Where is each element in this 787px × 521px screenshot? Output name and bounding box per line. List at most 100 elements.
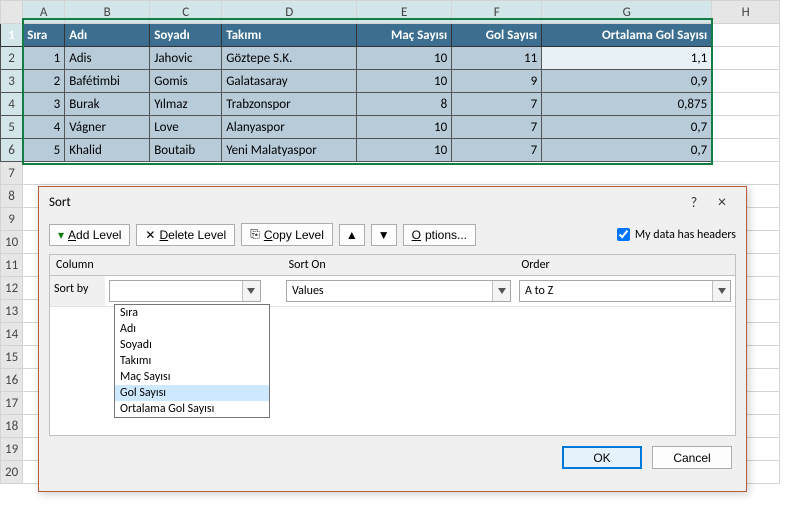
col-header-H[interactable]: H — [712, 1, 780, 24]
col-header-A[interactable]: A — [23, 1, 65, 24]
dropdown-option[interactable]: Sıra — [115, 305, 269, 321]
col-header-E[interactable]: E — [357, 1, 452, 24]
row-header-8[interactable]: 8 — [1, 185, 23, 208]
help-icon[interactable]: ? — [680, 194, 708, 211]
row-header-9[interactable]: 9 — [1, 208, 23, 231]
cell[interactable] — [712, 139, 780, 162]
dropdown-option[interactable]: Soyadı — [115, 337, 269, 353]
ok-button[interactable]: OK — [562, 446, 642, 469]
row-header-5[interactable]: 5 — [1, 116, 23, 139]
col-header-D[interactable]: D — [222, 1, 357, 24]
cell[interactable] — [712, 93, 780, 116]
col-header-F[interactable]: F — [452, 1, 542, 24]
cell[interactable]: Trabzonspor — [222, 93, 357, 116]
cell[interactable]: Adı — [65, 24, 150, 47]
cell[interactable]: 7 — [452, 93, 542, 116]
cell[interactable]: Vágner — [65, 116, 150, 139]
cell[interactable]: 4 — [23, 116, 65, 139]
dropdown-option[interactable]: Adı — [115, 321, 269, 337]
dropdown-option[interactable]: Gol Sayısı — [115, 385, 269, 401]
row-header-1[interactable]: 1 — [1, 24, 23, 47]
move-up-button[interactable]: ▲ — [339, 224, 365, 246]
cell[interactable]: Jahovic — [150, 47, 222, 70]
cell[interactable]: 1,1 — [542, 47, 712, 70]
options-button[interactable]: Options... — [403, 224, 476, 246]
cell[interactable]: 7 — [452, 139, 542, 162]
cell[interactable]: Galatasaray — [222, 70, 357, 93]
sortby-dropdown-list[interactable]: SıraAdıSoyadıTakımıMaç SayısıGol SayısıO… — [114, 304, 270, 418]
cell[interactable]: Maç Sayısı — [357, 24, 452, 47]
delete-level-button[interactable]: ✕Delete Level — [136, 224, 235, 246]
cell[interactable]: Burak — [65, 93, 150, 116]
cell[interactable]: Göztepe S.K. — [222, 47, 357, 70]
cell[interactable]: 5 — [23, 139, 65, 162]
row-header-12[interactable]: 12 — [1, 277, 23, 300]
row-header-2[interactable]: 2 — [1, 47, 23, 70]
row-header-10[interactable]: 10 — [1, 231, 23, 254]
col-header-C[interactable]: C — [150, 1, 222, 24]
cell[interactable]: Adis — [65, 47, 150, 70]
cell[interactable]: 11 — [452, 47, 542, 70]
cell[interactable]: 2 — [23, 70, 65, 93]
cell[interactable]: 1 — [23, 47, 65, 70]
cell[interactable]: Khalid — [65, 139, 150, 162]
cell[interactable]: 0,875 — [542, 93, 712, 116]
row-header-19[interactable]: 19 — [1, 438, 23, 461]
col-header-B[interactable]: B — [65, 1, 150, 24]
cell[interactable]: 8 — [357, 93, 452, 116]
cell[interactable]: Gomis — [150, 70, 222, 93]
row-header-13[interactable]: 13 — [1, 300, 23, 323]
cancel-button[interactable]: Cancel — [652, 446, 732, 469]
row-header-20[interactable]: 20 — [1, 461, 23, 484]
cell[interactable]: 10 — [357, 139, 452, 162]
cell[interactable]: Boutaib — [150, 139, 222, 162]
cell[interactable]: Soyadı — [150, 24, 222, 47]
cell[interactable] — [712, 47, 780, 70]
cell[interactable]: 0,9 — [542, 70, 712, 93]
cell[interactable]: 10 — [357, 47, 452, 70]
row-header-3[interactable]: 3 — [1, 70, 23, 93]
cell[interactable]: 7 — [452, 116, 542, 139]
row-header-16[interactable]: 16 — [1, 369, 23, 392]
dialog-titlebar[interactable]: Sort ? × — [39, 187, 746, 217]
cell[interactable] — [712, 70, 780, 93]
cell[interactable]: Takımı — [222, 24, 357, 47]
cell[interactable]: 10 — [357, 70, 452, 93]
cell[interactable]: Sıra — [23, 24, 65, 47]
add-level-button[interactable]: ▾AAdd Leveldd Level — [49, 224, 130, 246]
cell[interactable] — [712, 24, 780, 47]
cell[interactable]: 3 — [23, 93, 65, 116]
row-header-7[interactable]: 7 — [1, 162, 23, 185]
cell[interactable]: Ortalama Gol Sayısı — [542, 24, 712, 47]
select-all-corner[interactable] — [1, 1, 23, 24]
row-header-6[interactable]: 6 — [1, 139, 23, 162]
close-icon[interactable]: × — [708, 193, 736, 212]
row-header-11[interactable]: 11 — [1, 254, 23, 277]
cell[interactable]: 9 — [452, 70, 542, 93]
col-header-G[interactable]: G — [542, 1, 712, 24]
cell[interactable]: Bafétimbi — [65, 70, 150, 93]
dropdown-option[interactable]: Takımı — [115, 353, 269, 369]
row-header-18[interactable]: 18 — [1, 415, 23, 438]
cell[interactable]: Yılmaz — [150, 93, 222, 116]
cell[interactable]: 0,7 — [542, 139, 712, 162]
sorton-dropdown[interactable]: Values — [286, 280, 511, 302]
cell[interactable]: Love — [150, 116, 222, 139]
cell[interactable]: Yeni Malatyaspor — [222, 139, 357, 162]
cell[interactable]: 0,7 — [542, 116, 712, 139]
row-header-15[interactable]: 15 — [1, 346, 23, 369]
headers-checkbox[interactable]: My data has headers — [617, 228, 736, 242]
sortby-dropdown[interactable] — [109, 280, 261, 302]
order-dropdown[interactable]: A to Z — [519, 280, 731, 302]
headers-checkbox-input[interactable] — [617, 228, 630, 241]
cell[interactable]: Gol Sayısı — [452, 24, 542, 47]
row-header-4[interactable]: 4 — [1, 93, 23, 116]
cell[interactable]: Alanyaspor — [222, 116, 357, 139]
move-down-button[interactable]: ▼ — [371, 224, 397, 246]
row-header-14[interactable]: 14 — [1, 323, 23, 346]
cell[interactable] — [712, 116, 780, 139]
cell[interactable]: 10 — [357, 116, 452, 139]
dropdown-option[interactable]: Maç Sayısı — [115, 369, 269, 385]
row-header-17[interactable]: 17 — [1, 392, 23, 415]
copy-level-button[interactable]: ⎘Copy Level — [241, 223, 333, 246]
